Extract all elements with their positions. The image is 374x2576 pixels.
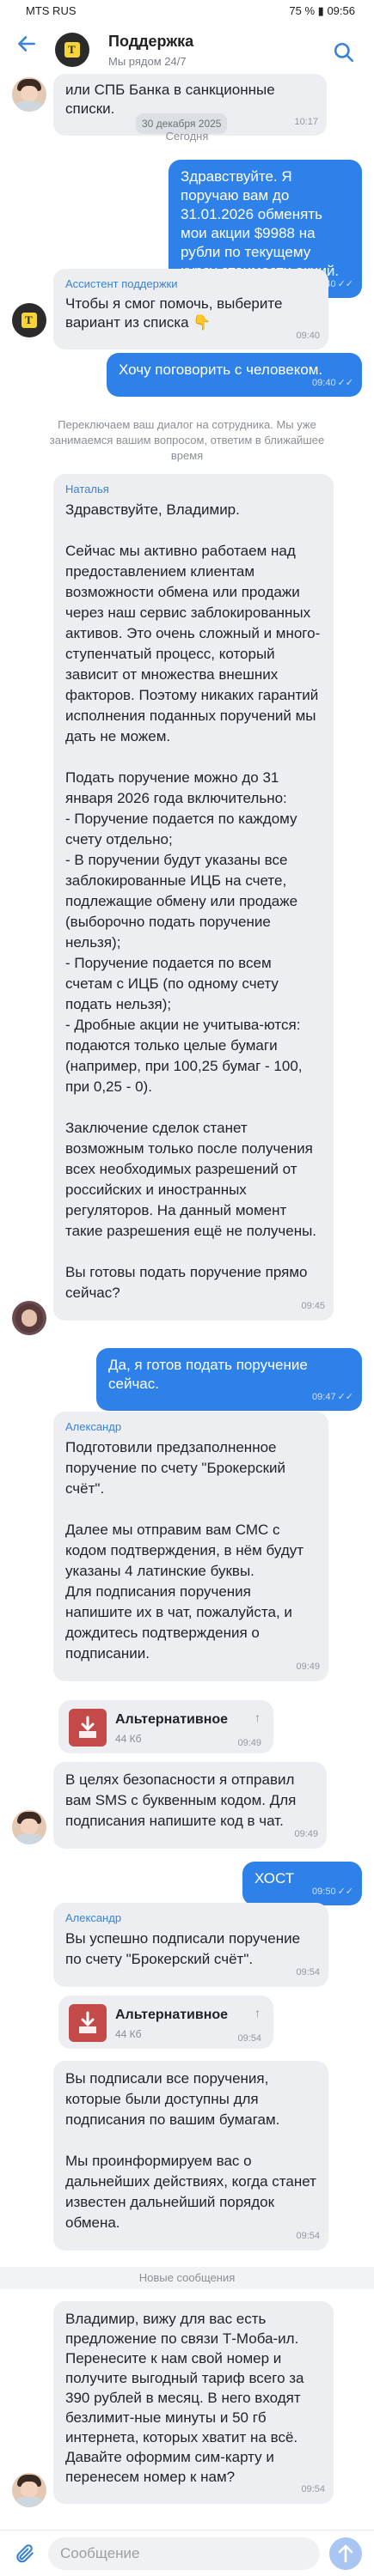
file-attachment[interactable]: Альтернативное ↑ 44 Кб 09:49 <box>58 1700 273 1753</box>
new-messages-divider: Новые сообщения <box>0 2267 374 2289</box>
status-right: 75 % ▮ 09:56 <box>289 4 355 18</box>
file-size: 44 Кб <box>115 1733 142 1745</box>
date-divider: Сегодня <box>165 130 209 143</box>
support-avatar[interactable]: T <box>55 33 89 67</box>
chat-header: T Поддержка Мы рядом 24/7 <box>0 21 374 68</box>
paperclip-icon[interactable] <box>14 2543 36 2565</box>
search-icon[interactable] <box>333 41 355 64</box>
agent-avatar[interactable] <box>12 1810 46 1844</box>
sender-name: Александр <box>65 1911 122 1924</box>
incoming-message[interactable]: Наталья Здравствуйте, Владимир. Сейчас м… <box>53 474 334 1321</box>
document-icon <box>69 1709 107 1747</box>
agent-avatar[interactable] <box>12 2473 46 2507</box>
incoming-message[interactable]: Ассистент поддержки Чтобы я смог помочь,… <box>53 269 328 349</box>
message-time: 09:40 <box>296 331 320 341</box>
message-time: 09:49 <box>237 1738 261 1748</box>
back-arrow-icon[interactable] <box>15 33 38 55</box>
incoming-message[interactable]: или СПБ Банка в санкционные списки. 30 д… <box>53 74 327 136</box>
message-time: 09:54 <box>237 2033 261 2044</box>
battery-label: 75 % <box>289 4 316 17</box>
message-text: Здравствуйте, Владимир. Сейчас мы активн… <box>65 501 321 1301</box>
read-ticks-icon: ✓✓ <box>337 378 353 388</box>
message-time: 09:49 <box>296 1662 320 1672</box>
incoming-message[interactable]: Вы подписали все поручения, которые были… <box>53 2061 328 2251</box>
chat-title[interactable]: Поддержка <box>108 33 193 51</box>
message-text: Чтобы я смог помочь, выберите вариант из… <box>65 295 283 331</box>
transfer-notice: Переключаем ваш диалог на сотрудника. Мы… <box>49 418 325 462</box>
file-name: Альтернативное <box>115 1712 229 1727</box>
document-icon <box>69 2004 107 2042</box>
send-button[interactable] <box>329 2537 362 2570</box>
message-time: 10:17 <box>294 117 318 127</box>
file-name-more: ↑ <box>254 2006 261 2020</box>
message-time: 09:54 <box>296 1967 320 1978</box>
agent-avatar[interactable] <box>12 1301 46 1335</box>
incoming-message[interactable]: Александр Подготовили предзаполненное по… <box>53 1412 328 1681</box>
message-composer <box>0 2530 374 2576</box>
file-name-more: ↑ <box>254 1710 261 1724</box>
assistant-avatar[interactable]: T <box>12 303 46 337</box>
message-text: Здравствуйте. Я поручаю вам до 31.01.202… <box>181 168 339 279</box>
sender-name: Наталья <box>65 483 109 495</box>
status-bar: MTS RUS 75 % ▮ 09:56 <box>0 0 374 21</box>
message-time: 09:54 <box>296 2231 320 2241</box>
message-time: 09:47 ✓✓ <box>312 1392 353 1402</box>
message-text: Вы успешно подписали поручение по счету … <box>65 1930 301 1967</box>
message-text: Вы подписали все поручения, которые были… <box>65 2070 316 2231</box>
incoming-message[interactable]: Владимир, вижу для вас есть предложение … <box>53 2301 334 2504</box>
carrier-label: MTS RUS <box>26 4 77 17</box>
message-time: 09:40✓✓ <box>312 378 353 388</box>
file-size: 44 Кб <box>115 2028 142 2040</box>
read-ticks-icon: ✓✓ <box>337 279 353 289</box>
outgoing-message[interactable]: ХОСТ 09:50 ✓✓ <box>242 1862 362 1905</box>
message-text: Подготовили предзаполненное поручение по… <box>65 1439 304 1662</box>
message-time: 09:54 <box>301 2484 325 2494</box>
chat-subtitle: Мы рядом 24/7 <box>108 55 187 68</box>
outgoing-message[interactable]: Хочу поговорить с человеком. 09:40 ✓✓ <box>107 353 362 397</box>
file-name: Альтернативное <box>115 2008 229 2022</box>
outgoing-message[interactable]: Да, я готов подать поручение сейчас. 09:… <box>96 1348 362 1411</box>
message-text: В целях безопасности я отправил вам SMS … <box>65 1771 297 1829</box>
sender-name: Александр <box>65 1420 122 1433</box>
message-time: 09:49 <box>294 1829 318 1839</box>
incoming-message[interactable]: Александр Вы успешно подписали поручение… <box>53 1903 328 1987</box>
message-input[interactable] <box>48 2537 320 2570</box>
message-time: 09:45 <box>301 1301 325 1311</box>
read-ticks-icon: ✓✓ <box>337 1886 353 1897</box>
message-text: Владимир, вижу для вас есть предложение … <box>65 2311 304 2485</box>
agent-avatar[interactable] <box>12 77 46 112</box>
read-ticks-icon: ✓✓ <box>337 1392 353 1402</box>
file-attachment[interactable]: Альтернативное ↑ 44 Кб 09:54 <box>58 1996 273 2049</box>
sender-name: Ассистент поддержки <box>65 277 178 290</box>
incoming-message[interactable]: В целях безопасности я отправил вам SMS … <box>53 1762 327 1849</box>
message-time: 09:50 ✓✓ <box>312 1886 353 1897</box>
clock-label: 09:56 <box>327 4 355 17</box>
battery-icon: ▮ <box>317 4 324 17</box>
send-arrow-icon <box>338 2544 353 2563</box>
